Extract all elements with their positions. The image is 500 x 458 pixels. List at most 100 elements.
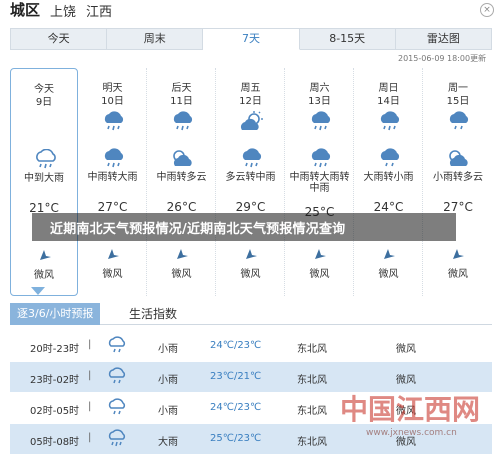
temperature: 24℃/23℃ <box>210 340 262 351</box>
today-pointer <box>31 287 45 295</box>
sun-cloud-icon <box>240 111 263 130</box>
day-date: 15日 <box>446 96 470 107</box>
wind-level: 微风 <box>378 269 399 280</box>
wind-arrow-icon <box>384 249 395 259</box>
wind-arrow-icon <box>453 249 464 259</box>
time-range: 23时-02时 <box>30 375 80 386</box>
wind-level: 微风 <box>396 344 416 355</box>
wind-arrow-icon <box>40 250 51 260</box>
temperature: 24℃/23℃ <box>210 402 262 413</box>
wind-arrow-icon <box>108 249 119 259</box>
day-column[interactable]: 周五 12日 多云转中雨 29°C 微风 <box>217 68 285 296</box>
cloud-icon <box>173 150 192 166</box>
divider: | <box>88 401 92 412</box>
location-header: 城区 上饶 江西 × <box>0 0 500 22</box>
condition: 小雨 <box>158 344 178 355</box>
condition: 小雨 <box>158 406 178 417</box>
rain-icon <box>173 111 193 131</box>
wind-direction: 东北风 <box>297 375 327 386</box>
wind-level: 微风 <box>171 269 192 280</box>
watermark-logo: 中国江西网 <box>340 393 481 426</box>
rain-icon <box>380 111 400 131</box>
rain-icon <box>104 148 124 168</box>
divider: | <box>88 432 92 443</box>
tab-7-days[interactable]: 7天 <box>203 28 300 50</box>
high-temp: 29°C <box>235 200 266 214</box>
wind-level: 微风 <box>34 270 54 281</box>
banner-text: 近期南北天气预报情况/近期南北天气预报情况查询 <box>50 222 346 237</box>
tab-8-15-days[interactable]: 8-15天 <box>299 28 396 50</box>
rain-icon <box>108 398 126 415</box>
detail-tabs: 逐3/6/小时预报 生活指数 <box>10 303 492 325</box>
table-row: 20时-23时 | 小雨 24℃/23℃ 东北风 微风 <box>10 331 492 361</box>
title-banner: 近期南北天气预报情况/近期南北天气预报情况查询 <box>32 213 456 241</box>
tab-radar[interactable]: 雷达图 <box>395 28 493 50</box>
day-date: 11日 <box>170 96 193 107</box>
tab-today[interactable]: 今天 <box>10 28 108 50</box>
temperature: 25℃/23℃ <box>210 433 262 444</box>
rain-icon <box>242 148 262 168</box>
rain-icon <box>108 429 126 447</box>
rain-icon <box>36 149 56 169</box>
high-temp: 27°C <box>443 200 473 214</box>
wind-level: 微风 <box>448 269 468 280</box>
wind-direction: 东北风 <box>297 406 327 417</box>
tab-hourly-forecast[interactable]: 逐3/6/小时预报 <box>10 303 101 325</box>
high-temp: 27°C <box>97 200 128 214</box>
day-column[interactable]: 周一 15日 小雨转多云 27°C 微风 <box>424 68 492 296</box>
day-column[interactable]: 周日 14日 大雨转小雨 24°C 微风 <box>355 68 423 296</box>
city-name: 上饶 <box>50 5 77 20</box>
tab-weekend[interactable]: 周末 <box>107 28 204 50</box>
rain-icon <box>104 111 124 131</box>
weather-desc: 中雨转多云 <box>156 172 207 183</box>
day-column[interactable]: 明天 10日 中雨转大雨 27°C 微风 <box>79 68 147 296</box>
time-range: 05时-08时 <box>30 437 80 448</box>
wind-arrow-icon <box>177 249 188 259</box>
rain-icon <box>449 111 469 130</box>
forecast-tabs: 今天 周末 7天 8-15天 雷达图 <box>10 28 493 50</box>
province-name: 江西 <box>86 5 113 20</box>
wind-level: 微风 <box>309 269 330 280</box>
district-title: 城区 <box>10 1 41 19</box>
day-date: 13日 <box>308 96 331 107</box>
wind-level: 微风 <box>102 269 123 280</box>
weather-desc: 小雨转多云 <box>433 172 483 183</box>
watermark-url: www.jxnews.com.cn <box>366 428 457 438</box>
high-temp: 24°C <box>373 200 404 214</box>
rain-icon <box>108 367 126 384</box>
day-column[interactable]: 后天 11日 中雨转多云 26°C 微风 <box>148 68 216 296</box>
tab-life-index[interactable]: 生活指数 <box>122 303 184 325</box>
weather-desc: 中到大雨 <box>24 173 64 184</box>
weather-desc: 大雨转小雨 <box>363 172 414 183</box>
day-column[interactable]: 今天 9日 中到大雨 21°C 微风 <box>10 68 78 296</box>
rain-icon <box>311 111 331 131</box>
weather-desc: 中雨转大雨 <box>87 172 138 183</box>
wind-arrow-icon <box>315 249 326 259</box>
wind-level: 微风 <box>396 375 416 386</box>
rain-icon <box>380 148 400 167</box>
day-date: 12日 <box>239 96 262 107</box>
time-range: 02时-05时 <box>30 406 80 417</box>
weather-desc: 中雨转大雨转中雨 <box>289 172 350 194</box>
close-icon[interactable]: × <box>480 3 494 17</box>
seven-day-forecast: 今天 9日 中到大雨 21°C 微风 明天 10日 中雨转大雨 27°C 微风 … <box>10 68 492 296</box>
day-date: 10日 <box>101 96 124 107</box>
wind-direction: 东北风 <box>297 344 327 355</box>
day-date: 9日 <box>35 97 53 108</box>
rain-icon <box>311 148 331 168</box>
update-time: 2015-06-09 18:00更新 <box>398 54 487 63</box>
wind-direction: 东北风 <box>297 437 327 448</box>
divider: | <box>88 339 92 350</box>
day-column[interactable]: 周六 13日 中雨转大雨转中雨 25°C 微风 <box>286 68 354 296</box>
wind-level: 微风 <box>240 269 261 280</box>
temperature: 23℃/21℃ <box>210 371 262 382</box>
weather-desc: 多云转中雨 <box>225 172 276 183</box>
day-date: 14日 <box>377 96 400 107</box>
condition: 小雨 <box>158 375 178 386</box>
cloud-icon <box>449 150 468 166</box>
condition: 大雨 <box>158 437 178 448</box>
site-watermark: 中国江西网 www.jxnews.com.cn <box>330 388 490 446</box>
divider: | <box>88 370 92 381</box>
time-range: 20时-23时 <box>30 344 80 355</box>
wind-arrow-icon <box>246 249 257 259</box>
